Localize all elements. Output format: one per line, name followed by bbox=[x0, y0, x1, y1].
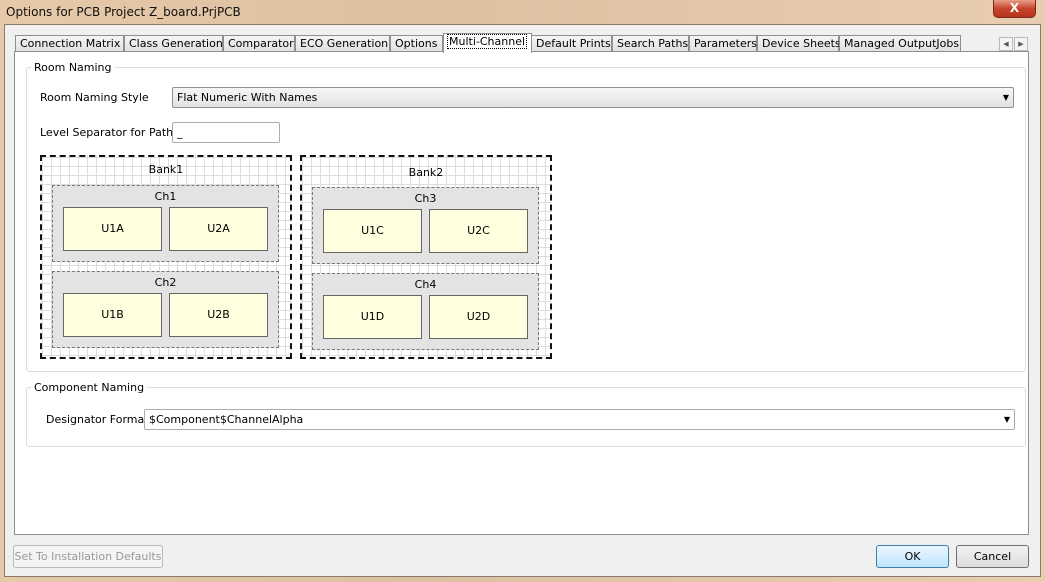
bank-room: Bank1 Ch1 U1A U2A Ch2 U1B U2B bbox=[40, 155, 292, 359]
tab-options[interactable]: Options bbox=[390, 35, 443, 52]
bank-room: Bank2 Ch3 U1C U2C Ch4 U1D U2D bbox=[300, 155, 552, 359]
channel-label: Ch1 bbox=[154, 190, 177, 203]
component-box: U1B bbox=[63, 293, 162, 337]
channel-room: Ch2 U1B U2B bbox=[52, 271, 279, 348]
tab-multi-channel[interactable]: Multi-Channel bbox=[443, 33, 532, 53]
tab-default-prints[interactable]: Default Prints bbox=[531, 35, 612, 52]
tab-search-paths[interactable]: Search Paths bbox=[612, 35, 689, 52]
set-to-defaults-button[interactable]: Set To Installation Defaults bbox=[13, 545, 163, 568]
room-naming-style-select[interactable]: Flat Numeric With Names ▼ bbox=[172, 87, 1014, 108]
level-separator-label: Level Separator for Paths bbox=[40, 126, 179, 139]
tab-label: Options bbox=[395, 37, 438, 50]
designator-format-select[interactable]: $Component$ChannelAlpha ▼ bbox=[144, 409, 1015, 430]
component-box: U2A bbox=[169, 207, 268, 251]
component-box: U2C bbox=[429, 209, 528, 253]
tab-label: Search Paths bbox=[617, 37, 689, 50]
ok-button[interactable]: OK bbox=[876, 545, 949, 568]
tab-label: Device Sheets bbox=[762, 37, 841, 50]
tab-scroll-left-icon[interactable]: ◀ bbox=[999, 37, 1013, 51]
room-naming-style-value: Flat Numeric With Names bbox=[177, 91, 318, 104]
window-title: Options for PCB Project Z_board.PrjPCB bbox=[6, 5, 241, 19]
tab-parameters[interactable]: Parameters bbox=[689, 35, 757, 52]
channel-room: Ch1 U1A U2A bbox=[52, 185, 279, 262]
tab-device-sheets[interactable]: Device Sheets bbox=[757, 35, 841, 52]
component-box: U2B bbox=[169, 293, 268, 337]
component-box: U1D bbox=[323, 295, 422, 339]
tab-eco-generation[interactable]: ECO Generation bbox=[295, 35, 390, 52]
tab-label: Parameters bbox=[694, 37, 757, 50]
tab-label: Class Generation bbox=[129, 37, 223, 50]
tab-comparator[interactable]: Comparator bbox=[223, 35, 295, 52]
tab-label: Multi-Channel bbox=[446, 34, 528, 49]
channel-label: Ch3 bbox=[414, 192, 437, 205]
chevron-down-icon: ▼ bbox=[1002, 93, 1009, 102]
channel-room: Ch4 U1D U2D bbox=[312, 273, 539, 350]
channel-label: Ch2 bbox=[154, 276, 177, 289]
tab-class-generation[interactable]: Class Generation bbox=[124, 35, 223, 52]
designator-format-label: Designator Format bbox=[46, 413, 149, 426]
bank-label: Bank2 bbox=[408, 166, 444, 179]
tab-managed-outputjobs[interactable]: Managed OutputJobs bbox=[839, 35, 961, 52]
tab-label: Managed OutputJobs bbox=[844, 37, 960, 50]
component-box: U2D bbox=[429, 295, 528, 339]
room-naming-label: Room Naming bbox=[31, 61, 115, 74]
bank-label: Bank1 bbox=[148, 163, 184, 176]
close-button[interactable]: X bbox=[993, 0, 1036, 18]
tab-label: ECO Generation bbox=[300, 37, 389, 50]
tab-scroll-right-icon[interactable]: ▶ bbox=[1014, 37, 1028, 51]
chevron-down-icon: ▼ bbox=[1003, 415, 1010, 424]
component-box: U1A bbox=[63, 207, 162, 251]
tab-label: Default Prints bbox=[536, 37, 611, 50]
component-box: U1C bbox=[323, 209, 422, 253]
level-separator-input[interactable]: _ bbox=[172, 122, 280, 143]
cancel-button[interactable]: Cancel bbox=[956, 545, 1029, 568]
designator-format-value: $Component$ChannelAlpha bbox=[149, 413, 304, 426]
tab-label: Comparator bbox=[228, 37, 294, 50]
component-naming-label: Component Naming bbox=[31, 381, 148, 394]
tab-connection-matrix[interactable]: Connection Matrix bbox=[15, 35, 124, 52]
tab-label: Connection Matrix bbox=[20, 37, 121, 50]
channel-label: Ch4 bbox=[414, 278, 437, 291]
channel-room: Ch3 U1C U2C bbox=[312, 187, 539, 264]
room-naming-style-label: Room Naming Style bbox=[40, 91, 149, 104]
